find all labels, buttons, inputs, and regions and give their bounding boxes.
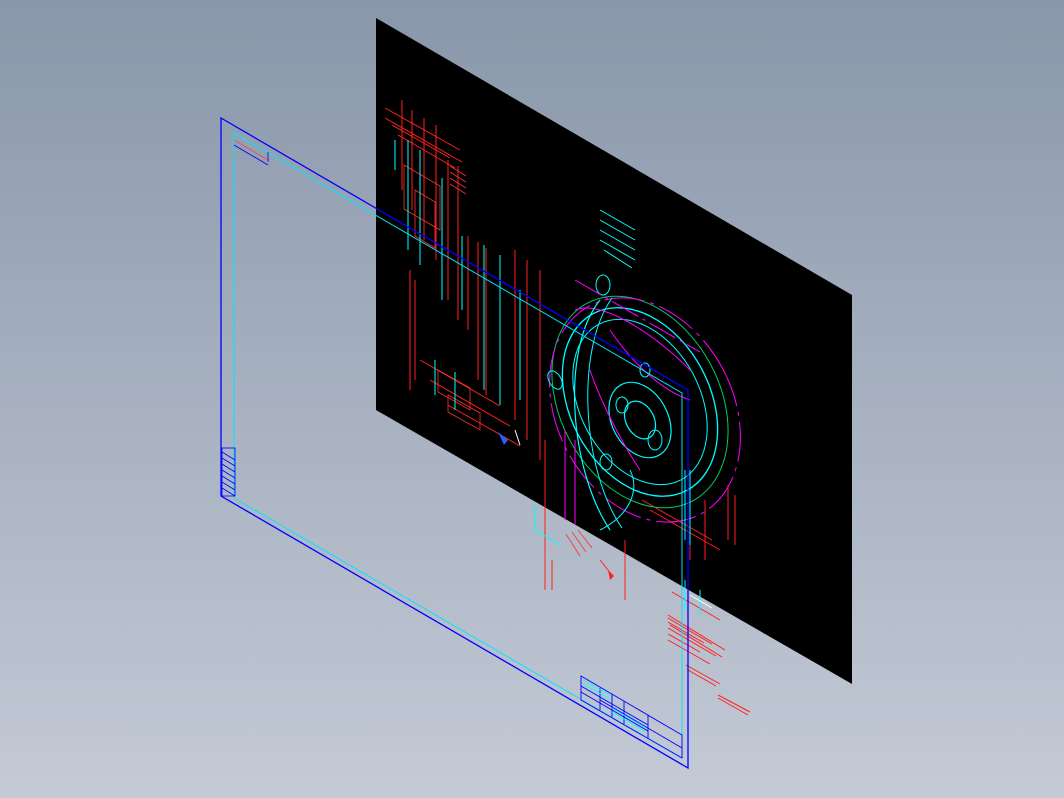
title-block	[580, 675, 683, 759]
annotation-text	[667, 617, 749, 716]
drawing-sheet[interactable]	[376, 18, 852, 716]
drawing-sheet-plane[interactable]	[376, 18, 852, 684]
revision-block	[221, 447, 236, 497]
frame-label-strip	[233, 139, 269, 166]
cad-viewport[interactable]	[0, 0, 1064, 798]
cad-scene[interactable]	[0, 0, 1064, 798]
